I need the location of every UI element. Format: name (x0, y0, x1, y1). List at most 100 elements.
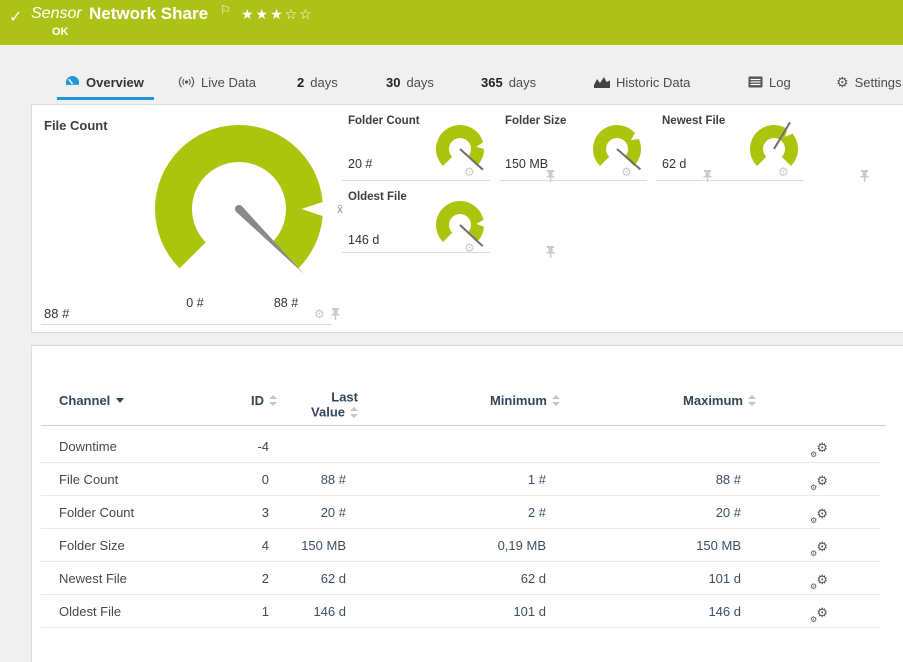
divider (342, 180, 490, 181)
column-header-last-value[interactable]: Last Value (300, 390, 358, 419)
cell-last-value: 150 MB (266, 529, 346, 562)
tab-2-days[interactable]: 2days (297, 70, 338, 94)
sort-icon (350, 406, 358, 419)
table-row[interactable]: Folder Count 3 20 # 2 # 20 # ⚙⚙ (32, 496, 903, 529)
gauge-icon (65, 75, 80, 90)
gauge-settings-icon[interactable]: ⚙ (464, 166, 475, 178)
gauge-cell-folder-size: Folder Size 150 MB ⚙ (499, 109, 656, 181)
sort-icon (748, 394, 756, 407)
cell-id: 1 (209, 595, 269, 628)
tab-live-data[interactable]: Live Data (178, 70, 256, 94)
column-header-channel[interactable]: Channel (59, 392, 124, 408)
gauge-value-oldest-file: 146 d (348, 233, 379, 247)
cell-id: 4 (209, 529, 269, 562)
status-badge: OK (52, 26, 69, 38)
cell-maximum: 88 # (641, 463, 741, 496)
cell-maximum: 101 d (641, 562, 741, 595)
flag-icon[interactable]: ⚐ (220, 3, 231, 17)
log-icon (748, 76, 763, 88)
tab-365-days[interactable]: 365days (481, 70, 536, 94)
cell-minimum: 62 d (446, 562, 546, 595)
channel-settings-button[interactable]: ⚙⚙ (804, 430, 834, 463)
oldest-file-gauge (424, 189, 496, 255)
tab-log[interactable]: Log (748, 70, 791, 94)
cell-id: 0 (209, 463, 269, 496)
channel-settings-button[interactable]: ⚙⚙ (804, 562, 834, 595)
gauge-max-label: 88 # (268, 296, 304, 310)
prtg-sensor-page: ✓ Sensor Network Share ⚐ ★★★☆☆ OK Overvi… (0, 0, 903, 662)
cell-maximum: 146 d (641, 595, 741, 628)
gauge-title-folder-count: Folder Count (348, 115, 420, 127)
sort-desc-icon (116, 398, 124, 403)
cell-channel[interactable]: Downtime (59, 430, 204, 463)
tab-settings[interactable]: ⚙ Settings (836, 70, 902, 94)
cell-channel[interactable]: File Count (59, 463, 204, 496)
divider (41, 324, 332, 325)
cell-last-value: 146 d (266, 595, 346, 628)
channels-table-panel: Channel ID Last Value Minimum Maximum Do… (31, 345, 903, 662)
gauge-value-file-count: 88 # (44, 306, 69, 321)
area-chart-icon (594, 76, 610, 89)
channel-settings-button[interactable]: ⚙⚙ (804, 463, 834, 496)
tab-historic-data[interactable]: Historic Data (594, 70, 690, 94)
gears-icon: ⚙⚙ (810, 606, 828, 624)
sensor-title: Network Share (89, 4, 208, 24)
table-row[interactable]: File Count 0 88 # 1 # 88 # ⚙⚙ (32, 463, 903, 496)
gauge-title-file-count: File Count (44, 118, 108, 133)
table-row[interactable]: Newest File 2 62 d 62 d 101 d ⚙⚙ (32, 562, 903, 595)
pin-icon[interactable] (860, 170, 869, 182)
tab-bar: Overview Live Data 2days 30days 365days (0, 58, 903, 98)
divider (342, 252, 490, 253)
gears-icon: ⚙⚙ (810, 507, 828, 525)
folder-size-gauge (581, 113, 653, 179)
cell-channel[interactable]: Newest File (59, 562, 204, 595)
table-row[interactable]: Folder Size 4 150 MB 0,19 MB 150 MB ⚙⚙ (32, 529, 903, 562)
table-row[interactable]: Oldest File 1 146 d 101 d 146 d ⚙⚙ (32, 595, 903, 628)
sort-icon (552, 394, 560, 407)
channel-settings-button[interactable]: ⚙⚙ (804, 529, 834, 562)
gauge-settings-icon[interactable]: ⚙ (621, 166, 632, 178)
gauge-title-oldest-file: Oldest File (348, 191, 407, 203)
active-tab-underline (57, 97, 154, 100)
divider (656, 180, 804, 181)
status-check-icon: ✓ (9, 7, 22, 27)
gears-icon: ⚙⚙ (810, 474, 828, 492)
channel-rows: Downtime -4 ⚙⚙ File Count 0 88 # 1 # 88 … (32, 430, 903, 628)
channel-settings-button[interactable]: ⚙⚙ (804, 496, 834, 529)
table-row[interactable]: Downtime -4 ⚙⚙ (32, 430, 903, 463)
column-header-minimum[interactable]: Minimum (460, 392, 560, 408)
cell-id: 2 (209, 562, 269, 595)
divider (499, 180, 647, 181)
file-count-gauge: x̄ (127, 121, 362, 311)
channel-settings-button[interactable]: ⚙⚙ (804, 595, 834, 628)
gauge-cell-folder-count: Folder Count 20 # ⚙ (342, 109, 499, 181)
column-header-maximum[interactable]: Maximum (656, 392, 756, 408)
cell-id: 3 (209, 496, 269, 529)
sort-icon (269, 394, 277, 407)
broadcast-icon (178, 75, 195, 89)
gears-icon: ⚙⚙ (810, 441, 828, 459)
pin-icon[interactable] (546, 246, 555, 258)
tab-overview[interactable]: Overview (65, 70, 144, 94)
gauge-value-newest-file: 62 d (662, 157, 686, 171)
gear-icon: ⚙ (836, 75, 849, 89)
cell-minimum: 101 d (446, 595, 546, 628)
gauges-panel: File Count x̄ 0 # 88 # 88 # ⚙ Folder Cou… (31, 104, 903, 333)
gauge-settings-icon[interactable]: ⚙ (314, 308, 325, 320)
priority-stars[interactable]: ★★★☆☆ (241, 6, 314, 23)
gauge-cell-newest-file: Newest File 62 d ⚙ (656, 109, 813, 181)
cell-last-value: 62 d (266, 562, 346, 595)
gauge-title-newest-file: Newest File (662, 115, 725, 127)
cell-channel[interactable]: Folder Size (59, 529, 204, 562)
cell-channel[interactable]: Folder Count (59, 496, 204, 529)
cell-minimum: 0,19 MB (446, 529, 546, 562)
cell-channel[interactable]: Oldest File (59, 595, 204, 628)
folder-count-gauge (424, 113, 496, 179)
cell-minimum: 1 # (446, 463, 546, 496)
pin-icon[interactable] (331, 308, 340, 320)
tab-30-days[interactable]: 30days (386, 70, 434, 94)
cell-last-value: 20 # (266, 496, 346, 529)
gauge-settings-icon[interactable]: ⚙ (778, 166, 789, 178)
gauge-min-label: 0 # (177, 296, 213, 310)
column-header-id[interactable]: ID (217, 392, 277, 408)
